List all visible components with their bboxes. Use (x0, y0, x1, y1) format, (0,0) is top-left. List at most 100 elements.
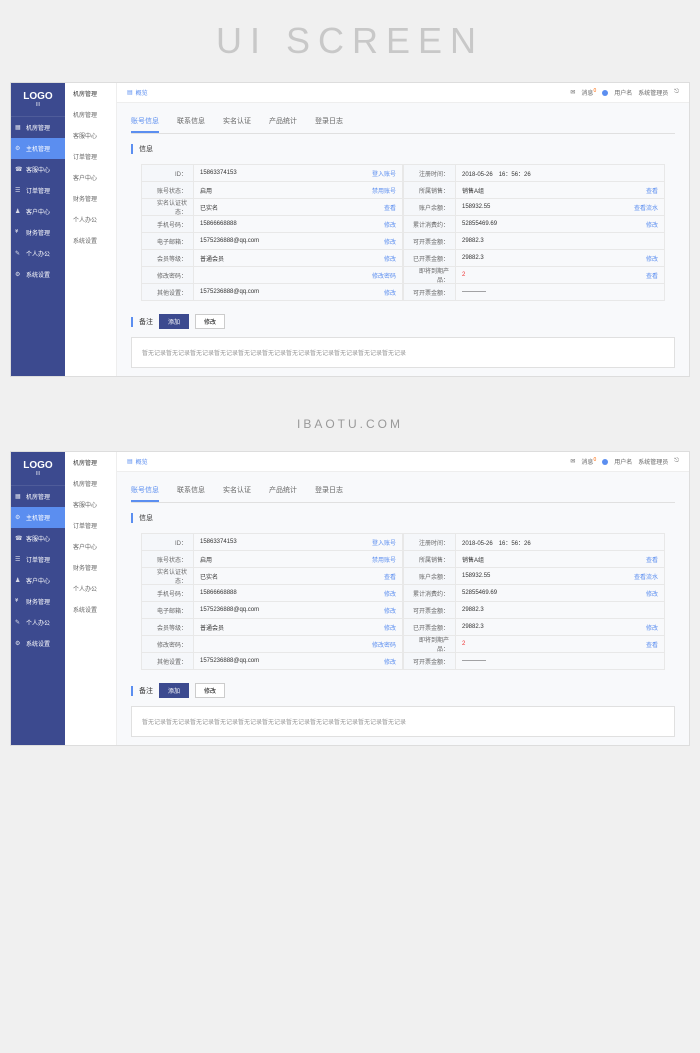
nav-item-7[interactable]: ⚙系统设置 (11, 633, 65, 654)
info-action[interactable]: 登入账号 (372, 538, 396, 547)
info-label: 即将到期产品： (404, 267, 456, 283)
nav-item-4[interactable]: ♟客户中心 (11, 570, 65, 591)
subnav-item[interactable]: 机房管理 (65, 104, 116, 125)
nav-item-3[interactable]: ☰订单管理 (11, 180, 65, 201)
tab-account[interactable]: 账号信息 (131, 480, 159, 502)
subnav-item[interactable]: 系统设置 (65, 230, 116, 251)
nav-item-1[interactable]: ⚙主机管理 (11, 138, 65, 159)
info-row: 会员等级：普通会员修改 (141, 618, 403, 636)
remark-content: 暂无记录暂无记录暂无记录暂无记录暂无记录暂无记录暂无记录暂无记录暂无记录暂无记录… (131, 337, 675, 368)
info-action[interactable]: 修改 (384, 623, 396, 632)
info-action[interactable]: 修改密码 (372, 640, 396, 649)
tab-stats[interactable]: 产品统计 (269, 480, 297, 502)
nav-item-5[interactable]: ¥财务管理 (11, 222, 65, 243)
info-label: 所属销售： (404, 182, 456, 198)
nav-item-6[interactable]: ✎个人办公 (11, 612, 65, 633)
nav-item-7[interactable]: ⚙系统设置 (11, 264, 65, 285)
subnav-item[interactable]: 个人办公 (65, 209, 116, 230)
subnav-item[interactable]: 客户中心 (65, 167, 116, 188)
subnav-item[interactable]: 财务管理 (65, 557, 116, 578)
subnav-item[interactable]: 机房管理 (65, 83, 116, 104)
tab-verify[interactable]: 实名认证 (223, 480, 251, 502)
logout-icon[interactable]: ⎋ (674, 89, 679, 96)
nav-item-2[interactable]: ☎客服中心 (11, 159, 65, 180)
tab-contact[interactable]: 联系信息 (177, 480, 205, 502)
info-action[interactable]: 查看流水 (634, 203, 658, 212)
info-label: 手机号码： (142, 585, 194, 601)
nav-item-6[interactable]: ✎个人办公 (11, 243, 65, 264)
subnav-item[interactable]: 财务管理 (65, 188, 116, 209)
tab-stats[interactable]: 产品统计 (269, 111, 297, 133)
subnav-item[interactable]: 客户中心 (65, 536, 116, 557)
edit-button[interactable]: 修改 (195, 314, 225, 329)
info-action[interactable]: 修改 (384, 220, 396, 229)
info-action[interactable]: 修改 (646, 220, 658, 229)
user-name[interactable]: 用户名 (614, 88, 632, 97)
breadcrumb[interactable]: ▤概览 (127, 88, 148, 97)
info-action[interactable]: 修改 (384, 606, 396, 615)
info-action[interactable]: 禁用账号 (372, 555, 396, 564)
section-title: 信息 (131, 144, 675, 154)
info-action[interactable]: 查看 (646, 271, 658, 280)
info-row: 可开票金额：29882.3 (403, 601, 665, 619)
info-row: 其他设置：1575236888@qq.com修改 (141, 283, 403, 301)
info-action[interactable]: 修改 (384, 254, 396, 263)
nav-item-2[interactable]: ☎客服中心 (11, 528, 65, 549)
nav-label: 主机管理 (26, 144, 50, 153)
info-action[interactable]: 修改 (646, 623, 658, 632)
info-action[interactable]: 查看 (646, 555, 658, 564)
subnav-item[interactable]: 机房管理 (65, 473, 116, 494)
info-action[interactable]: 修改密码 (372, 271, 396, 280)
info-row: ID：15863374153登入账号 (141, 533, 403, 551)
breadcrumb[interactable]: ▤概览 (127, 457, 148, 466)
nav-item-0[interactable]: ▦机房管理 (11, 486, 65, 507)
subnav-item[interactable]: 个人办公 (65, 578, 116, 599)
subnav-item[interactable]: 客服中心 (65, 494, 116, 515)
tab-verify[interactable]: 实名认证 (223, 111, 251, 133)
info-action[interactable]: 查看 (646, 186, 658, 195)
subnav-item[interactable]: 系统设置 (65, 599, 116, 620)
tab-log[interactable]: 登录日志 (315, 480, 343, 502)
mail-icon[interactable]: ✉ (570, 458, 575, 465)
nav-item-5[interactable]: ¥财务管理 (11, 591, 65, 612)
info-action[interactable]: 修改 (646, 254, 658, 263)
info-action[interactable]: 登入账号 (372, 169, 396, 178)
info-action[interactable]: 查看 (384, 203, 396, 212)
info-action[interactable]: 修改 (384, 288, 396, 297)
info-action[interactable]: 修改 (384, 237, 396, 246)
nav-item-4[interactable]: ♟客户中心 (11, 201, 65, 222)
nav-item-3[interactable]: ☰订单管理 (11, 549, 65, 570)
info-action[interactable]: 修改 (384, 657, 396, 666)
nav-item-1[interactable]: ⚙主机管理 (11, 507, 65, 528)
info-text: 2 (462, 641, 465, 647)
info-label: 可开票金额： (404, 653, 456, 669)
subnav-item[interactable]: 订单管理 (65, 146, 116, 167)
add-button[interactable]: 添加 (159, 683, 189, 698)
info-action[interactable]: 修改 (646, 589, 658, 598)
server-icon: ⚙ (15, 145, 23, 153)
logout-icon[interactable]: ⎋ (674, 458, 679, 465)
admin-link[interactable]: 系统管理员 (638, 88, 668, 97)
msg-badge[interactable]: 消息0 (581, 457, 596, 466)
tab-account[interactable]: 账号信息 (131, 111, 159, 133)
info-value: 普通会员修改 (194, 623, 402, 632)
nav-item-0[interactable]: ▦机房管理 (11, 117, 65, 138)
admin-link[interactable]: 系统管理员 (638, 457, 668, 466)
user-name[interactable]: 用户名 (614, 457, 632, 466)
subnav-item[interactable]: 订单管理 (65, 515, 116, 536)
info-action[interactable]: 查看流水 (634, 572, 658, 581)
subnav-item[interactable]: 客服中心 (65, 125, 116, 146)
tab-log[interactable]: 登录日志 (315, 111, 343, 133)
info-action[interactable]: 查看 (384, 572, 396, 581)
info-action[interactable]: 禁用账号 (372, 186, 396, 195)
info-row: 注册时间：2018-05-26 16：56：26 (403, 164, 665, 182)
add-button[interactable]: 添加 (159, 314, 189, 329)
msg-badge[interactable]: 消息0 (581, 88, 596, 97)
tab-contact[interactable]: 联系信息 (177, 111, 205, 133)
info-action[interactable]: 修改 (384, 589, 396, 598)
edit-button[interactable]: 修改 (195, 683, 225, 698)
subnav-item[interactable]: 机房管理 (65, 452, 116, 473)
info-row: 累计消费约：52855469.69修改 (403, 584, 665, 602)
info-action[interactable]: 查看 (646, 640, 658, 649)
mail-icon[interactable]: ✉ (570, 89, 575, 96)
